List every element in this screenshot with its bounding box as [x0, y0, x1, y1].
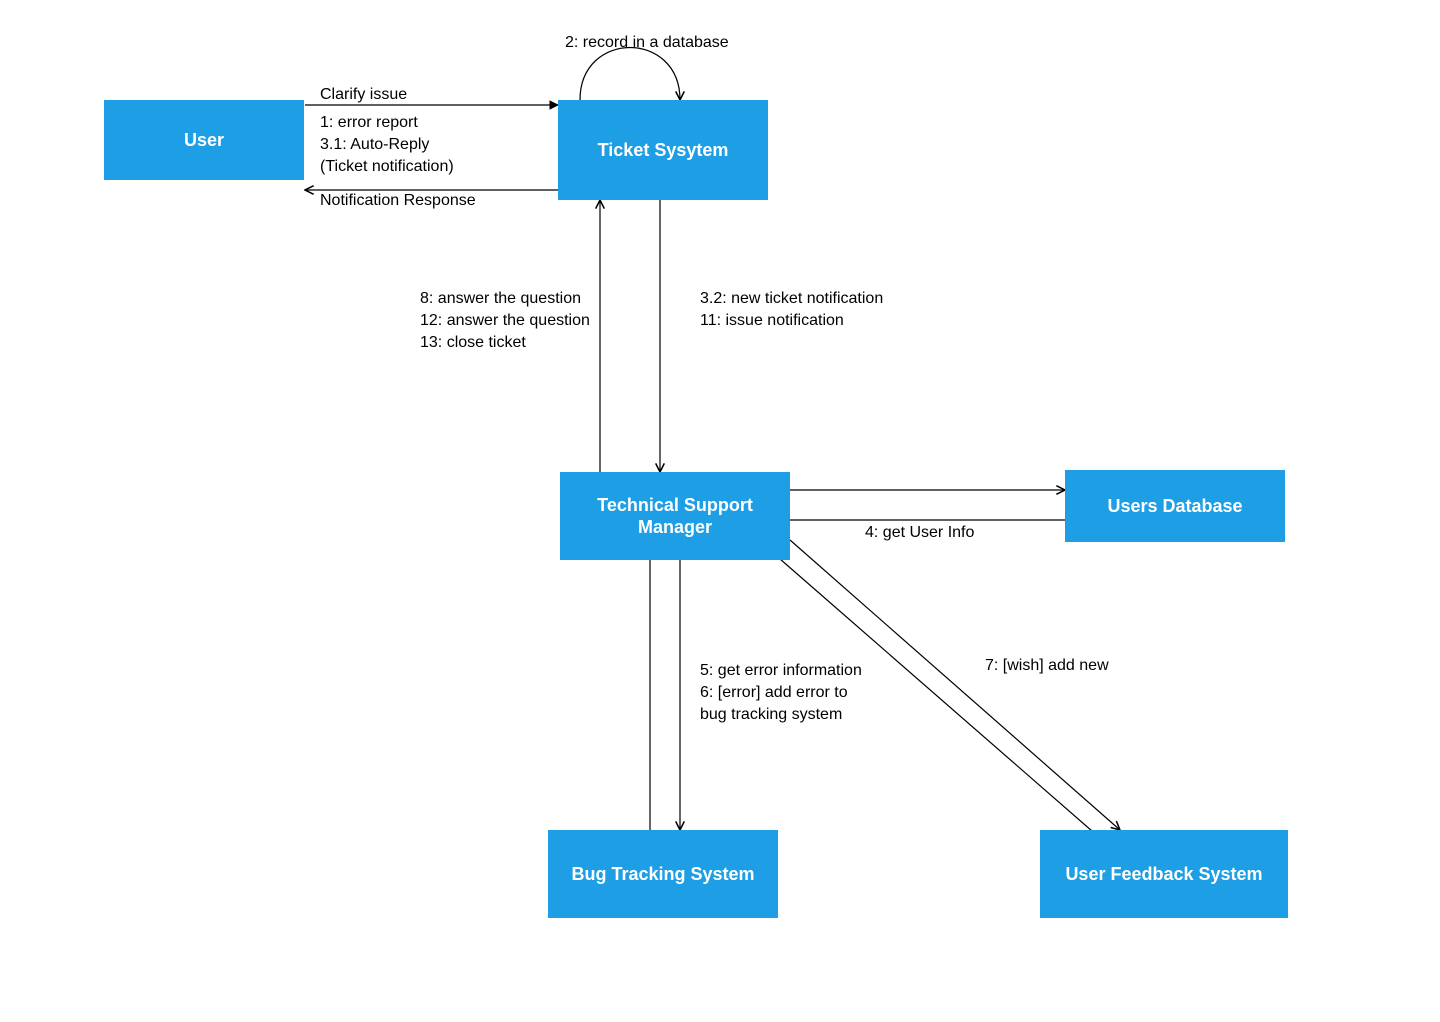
node-users-database: Users Database	[1065, 470, 1285, 542]
node-bts-label: Bug Tracking System	[571, 863, 754, 886]
node-ufs-label: User Feedback System	[1065, 863, 1262, 886]
label-notification-response: Notification Response	[320, 190, 476, 212]
node-tsm-label: Technical Support Manager	[564, 494, 786, 539]
node-user-label: User	[184, 129, 224, 152]
node-ticket-system-label: Ticket Sysytem	[598, 139, 729, 162]
node-bug-tracking-system: Bug Tracking System	[548, 830, 778, 918]
label-tsm-to-ticket-3: 13: close ticket	[420, 332, 526, 354]
label-tsm-to-bts-2: 6: [error] add error to	[700, 682, 848, 704]
node-technical-support-manager: Technical Support Manager	[560, 472, 790, 560]
label-ticket-to-tsm-2: 11: issue notification	[700, 310, 844, 332]
node-user: User	[104, 100, 304, 180]
label-ticket-notification: (Ticket notification)	[320, 156, 454, 178]
label-tsm-to-ticket-1: 8: answer the question	[420, 288, 581, 310]
node-user-feedback-system: User Feedback System	[1040, 830, 1288, 918]
label-tsm-to-bts-3: bug tracking system	[700, 704, 842, 726]
label-tsm-to-bts-1: 5: get error information	[700, 660, 862, 682]
label-get-user-info: 4: get User Info	[865, 522, 974, 544]
label-clarify-issue: Clarify issue	[320, 84, 407, 106]
label-error-report: 1: error report	[320, 112, 418, 134]
label-wish-add-new: 7: [wish] add new	[985, 655, 1109, 677]
node-ticket-system: Ticket Sysytem	[558, 100, 768, 200]
label-ticket-to-tsm-1: 3.2: new ticket notification	[700, 288, 883, 310]
label-tsm-to-ticket-2: 12: answer the question	[420, 310, 590, 332]
label-auto-reply: 3.1: Auto-Reply	[320, 134, 429, 156]
edge-ticket-self-loop	[580, 48, 680, 101]
node-users-database-label: Users Database	[1107, 495, 1242, 518]
label-record-in-database: 2: record in a database	[565, 32, 729, 54]
